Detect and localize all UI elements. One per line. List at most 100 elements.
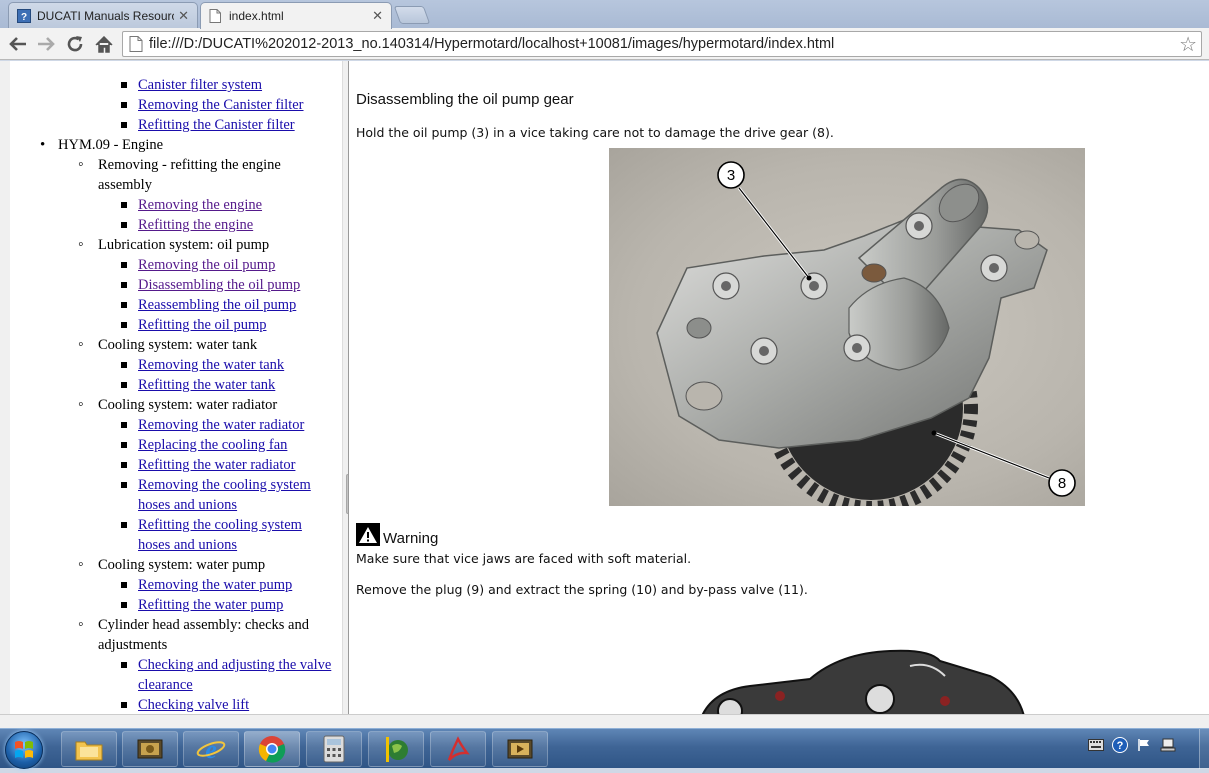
toc-link[interactable]: Removing the cooling system hoses and un… [138, 477, 311, 513]
reload-icon[interactable] [63, 32, 87, 56]
toc-heading: Cooling system: water tank [98, 337, 258, 353]
toc-link[interactable]: Checking and adjusting the valve clearan… [138, 657, 331, 693]
media-center-icon[interactable] [122, 731, 178, 767]
toc-link[interactable]: Removing the oil pump [138, 257, 275, 273]
toc-subsection: Cooling system: water tank [10, 335, 332, 355]
toc-link-item[interactable]: Refitting the engine [10, 215, 332, 235]
toc-heading: Cooling system: water pump [98, 557, 266, 573]
toc-link-item[interactable]: Removing the oil pump [10, 255, 332, 275]
toc-link[interactable]: Removing the Canister filter [138, 97, 304, 113]
toc-link[interactable]: Reassembling the oil pump [138, 297, 296, 313]
toc-link[interactable]: Refitting the oil pump [138, 317, 266, 333]
toc-link-item[interactable]: Checking and adjusting the valve clearan… [10, 655, 332, 695]
horizontal-scrollbar[interactable] [0, 714, 1209, 728]
tab-strip: ? DUCATI Manuals Resource ✕ index.html ✕ [0, 0, 1209, 29]
svg-text:?: ? [21, 12, 27, 23]
toc-link-item[interactable]: Refitting the water pump [10, 595, 332, 615]
toc-link[interactable]: Canister filter system [138, 77, 262, 93]
toc-link[interactable]: Refitting the water pump [138, 597, 283, 613]
toc-link-item[interactable]: Disassembling the oil pump [10, 275, 332, 295]
help-icon[interactable]: ? [1112, 737, 1128, 753]
toc-link-item[interactable]: Removing the cooling system hoses and un… [10, 475, 332, 515]
close-tab-icon[interactable]: ✕ [372, 8, 383, 24]
tab-ducati-manuals[interactable]: ? DUCATI Manuals Resource ✕ [8, 2, 198, 28]
forward-arrow-icon[interactable] [34, 32, 58, 56]
show-desktop-button[interactable] [1199, 729, 1209, 769]
toc-link[interactable]: Refitting the water radiator [138, 457, 295, 473]
callout-8: 8 [1048, 469, 1076, 497]
toc-link-item[interactable]: Removing the engine [10, 195, 332, 215]
toc-link-item[interactable]: Removing the water pump [10, 575, 332, 595]
toc-link-item[interactable]: Refitting the water radiator [10, 455, 332, 475]
windows-taskbar: e ? [0, 728, 1209, 769]
warning-label: Warning [383, 530, 439, 547]
scrollbar-thumb[interactable] [346, 474, 348, 514]
close-tab-icon[interactable]: ✕ [178, 8, 189, 24]
bookmark-star-icon[interactable]: ☆ [1179, 32, 1197, 57]
address-bar[interactable]: file:///D:/DUCATI%202012-2013_no.140314/… [122, 31, 1202, 57]
keyboard-icon[interactable] [1088, 737, 1104, 753]
back-arrow-icon[interactable] [6, 32, 30, 56]
svg-text:e: e [205, 735, 217, 763]
toc-link-item[interactable]: Refitting the water tank [10, 375, 332, 395]
toc-link[interactable]: Refitting the cooling system hoses and u… [138, 517, 302, 553]
toc-link-item[interactable]: Removing the Canister filter [10, 95, 332, 115]
flag-icon[interactable] [1136, 737, 1152, 753]
page-title: Disassembling the oil pump gear [356, 91, 574, 108]
url-text[interactable]: file:///D:/DUCATI%202012-2013_no.140314/… [149, 36, 1179, 52]
toc-link[interactable]: Refitting the water tank [138, 377, 275, 393]
toc-subsection: Cooling system: water pump [10, 555, 332, 575]
toc-link-item[interactable]: Refitting the cooling system hoses and u… [10, 515, 332, 555]
toc-link[interactable]: Removing the engine [138, 197, 262, 213]
toc-link-item[interactable]: Reassembling the oil pump [10, 295, 332, 315]
tab-label: index.html [229, 9, 284, 23]
tab-index-html[interactable]: index.html ✕ [200, 2, 392, 29]
toc-link[interactable]: Removing the water pump [138, 577, 292, 593]
page-icon [129, 36, 143, 52]
toc-link-item[interactable]: Refitting the oil pump [10, 315, 332, 335]
new-tab-button[interactable] [393, 6, 431, 24]
toc-link[interactable]: Refitting the engine [138, 217, 253, 233]
toc-link[interactable]: Replacing the cooling fan [138, 437, 287, 453]
chrome-icon[interactable] [244, 731, 300, 767]
svg-text:?: ? [1117, 740, 1124, 752]
toc-heading: Cylinder head assembly: checks and adjus… [98, 617, 309, 653]
film-app-icon[interactable] [492, 731, 548, 767]
toc-link-item[interactable]: Refitting the Canister filter [10, 115, 332, 135]
toc-link[interactable]: Removing the water radiator [138, 417, 304, 433]
toc-scrollbar[interactable] [342, 61, 348, 714]
toc-link-item[interactable]: Removing the water radiator [10, 415, 332, 435]
toc-link[interactable]: Checking valve lift [138, 697, 249, 713]
callout-3: 3 [717, 161, 745, 189]
callout-label: 8 [1058, 475, 1066, 492]
toc-heading: Lubrication system: oil pump [98, 237, 270, 253]
toc-subsection: Removing - refitting the engine assembly [10, 155, 332, 195]
toc-heading: Removing - refitting the engine assembly [98, 157, 281, 193]
warning-header: Warning [356, 523, 438, 546]
home-icon[interactable] [92, 32, 116, 56]
toc-link[interactable]: Refitting the Canister filter [138, 117, 295, 133]
toc-subsection: Lubrication system: oil pump [10, 235, 332, 255]
toc-link-item[interactable]: Checking valve lift [10, 695, 332, 714]
network-icon[interactable] [1160, 737, 1176, 753]
toc-link-item[interactable]: Replacing the cooling fan [10, 435, 332, 455]
start-orb-icon[interactable] [5, 731, 43, 769]
toc-link[interactable]: Removing the water tank [138, 357, 284, 373]
toc-link-item[interactable]: Removing the water tank [10, 355, 332, 375]
toc-subsection: Cooling system: water radiator [10, 395, 332, 415]
browser-toolbar: file:///D:/DUCATI%202012-2013_no.140314/… [0, 28, 1209, 60]
toc-link[interactable]: Disassembling the oil pump [138, 277, 300, 293]
step-text: Remove the plug (9) and extract the spri… [356, 582, 808, 597]
pdf-reader-icon[interactable] [430, 731, 486, 767]
toc-subsection: Cylinder head assembly: checks and adjus… [10, 615, 332, 655]
globe-pin-icon[interactable] [368, 731, 424, 767]
file-explorer-icon[interactable] [61, 731, 117, 767]
toc-section: HYM.09 - Engine [10, 135, 332, 155]
calculator-icon[interactable] [306, 731, 362, 767]
internet-explorer-icon[interactable]: e [183, 731, 239, 767]
toc-link-item[interactable]: Canister filter system [10, 75, 332, 95]
article-frame: Disassembling the oil pump gear Hold the… [350, 61, 1209, 714]
system-tray: ? [1088, 737, 1176, 753]
warning-text: Make sure that vice jaws are faced with … [356, 551, 692, 566]
question-page-icon: ? [17, 8, 31, 23]
